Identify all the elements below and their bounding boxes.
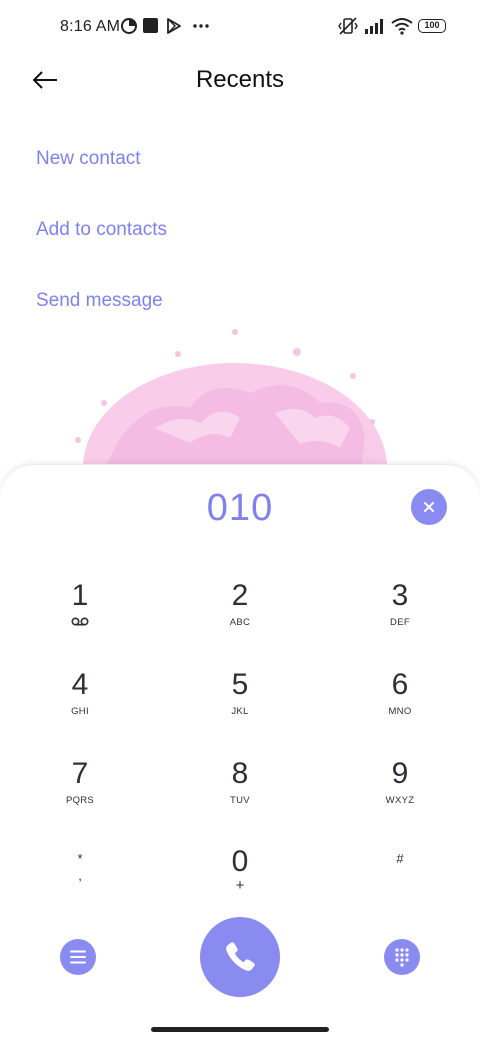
key-letters: + — [235, 877, 245, 894]
add-to-contacts-action[interactable]: Add to contacts — [36, 219, 167, 241]
dialpad-icon — [395, 948, 409, 967]
key-digit: 8 — [231, 757, 249, 790]
timer-icon — [121, 18, 137, 34]
key-letters: , — [78, 868, 82, 883]
dialpad-toggle-button[interactable] — [384, 939, 420, 975]
phone-icon — [226, 942, 255, 971]
key-digit: 9 — [391, 757, 409, 790]
key-letters: ABC — [229, 617, 251, 628]
key-3[interactable]: 3 DEF — [340, 579, 460, 657]
key-digit: * — [77, 851, 83, 866]
more-notifications-icon — [193, 24, 209, 28]
key-digit: 5 — [231, 668, 249, 701]
signal-icon — [365, 19, 383, 34]
voicemail-icon — [71, 617, 89, 626]
dialed-number: 010 — [206, 487, 274, 529]
status-time: 8:16 AM — [60, 18, 121, 35]
key-letters: GHI — [71, 706, 89, 717]
key-letters: WXYZ — [385, 795, 415, 806]
vibrate-mute-icon — [338, 17, 358, 35]
key-hash[interactable]: # — [340, 849, 460, 927]
key-digit: 4 — [71, 668, 89, 701]
battery-icon: 100 — [418, 19, 446, 33]
send-message-action[interactable]: Send message — [36, 290, 163, 312]
key-8[interactable]: 8 TUV — [180, 757, 300, 835]
key-7[interactable]: 7 PQRS — [20, 757, 140, 835]
key-digit: 7 — [71, 757, 89, 790]
menu-button[interactable] — [60, 939, 96, 975]
key-letters: JKL — [231, 706, 249, 717]
key-6[interactable]: 6 MNO — [340, 668, 460, 746]
key-digit: # — [396, 851, 404, 866]
home-indicator[interactable] — [151, 1027, 329, 1032]
key-4[interactable]: 4 GHI — [20, 668, 140, 746]
close-icon — [424, 502, 434, 512]
key-letters: DEF — [390, 617, 410, 628]
key-digit: 6 — [391, 668, 409, 701]
key-letters: MNO — [388, 706, 412, 717]
clear-button[interactable] — [411, 489, 447, 525]
key-1[interactable]: 1 — [20, 579, 140, 657]
key-digit: 2 — [231, 579, 249, 612]
decorative-illustration — [75, 329, 387, 478]
key-5[interactable]: 5 JKL — [180, 668, 300, 746]
call-button[interactable] — [200, 917, 280, 997]
status-bar: 8:16 AM 100 — [0, 0, 480, 56]
square-notification-icon — [143, 18, 158, 33]
dialpad-sheet: 010 1 2 ABC 3 DEF 4 GHI 5 JKL 6 MNO 7 PQ… — [0, 464, 480, 1040]
key-digit: 0 — [231, 845, 249, 878]
key-star[interactable]: * , — [20, 849, 140, 927]
key-9[interactable]: 9 WXYZ — [340, 757, 460, 835]
wifi-icon — [391, 18, 413, 35]
menu-icon — [70, 950, 86, 964]
play-store-icon — [167, 18, 181, 34]
key-2[interactable]: 2 ABC — [180, 579, 300, 657]
key-letters: TUV — [230, 795, 250, 806]
key-digit: 1 — [71, 579, 89, 612]
new-contact-action[interactable]: New contact — [36, 148, 141, 170]
key-digit: 3 — [391, 579, 409, 612]
key-letters: PQRS — [65, 795, 95, 806]
key-0[interactable]: 0 + — [180, 845, 300, 923]
dialer-screen: 8:16 AM 100 Recents New contact Add to c… — [0, 0, 480, 1040]
page-title: Recents — [195, 66, 285, 93]
